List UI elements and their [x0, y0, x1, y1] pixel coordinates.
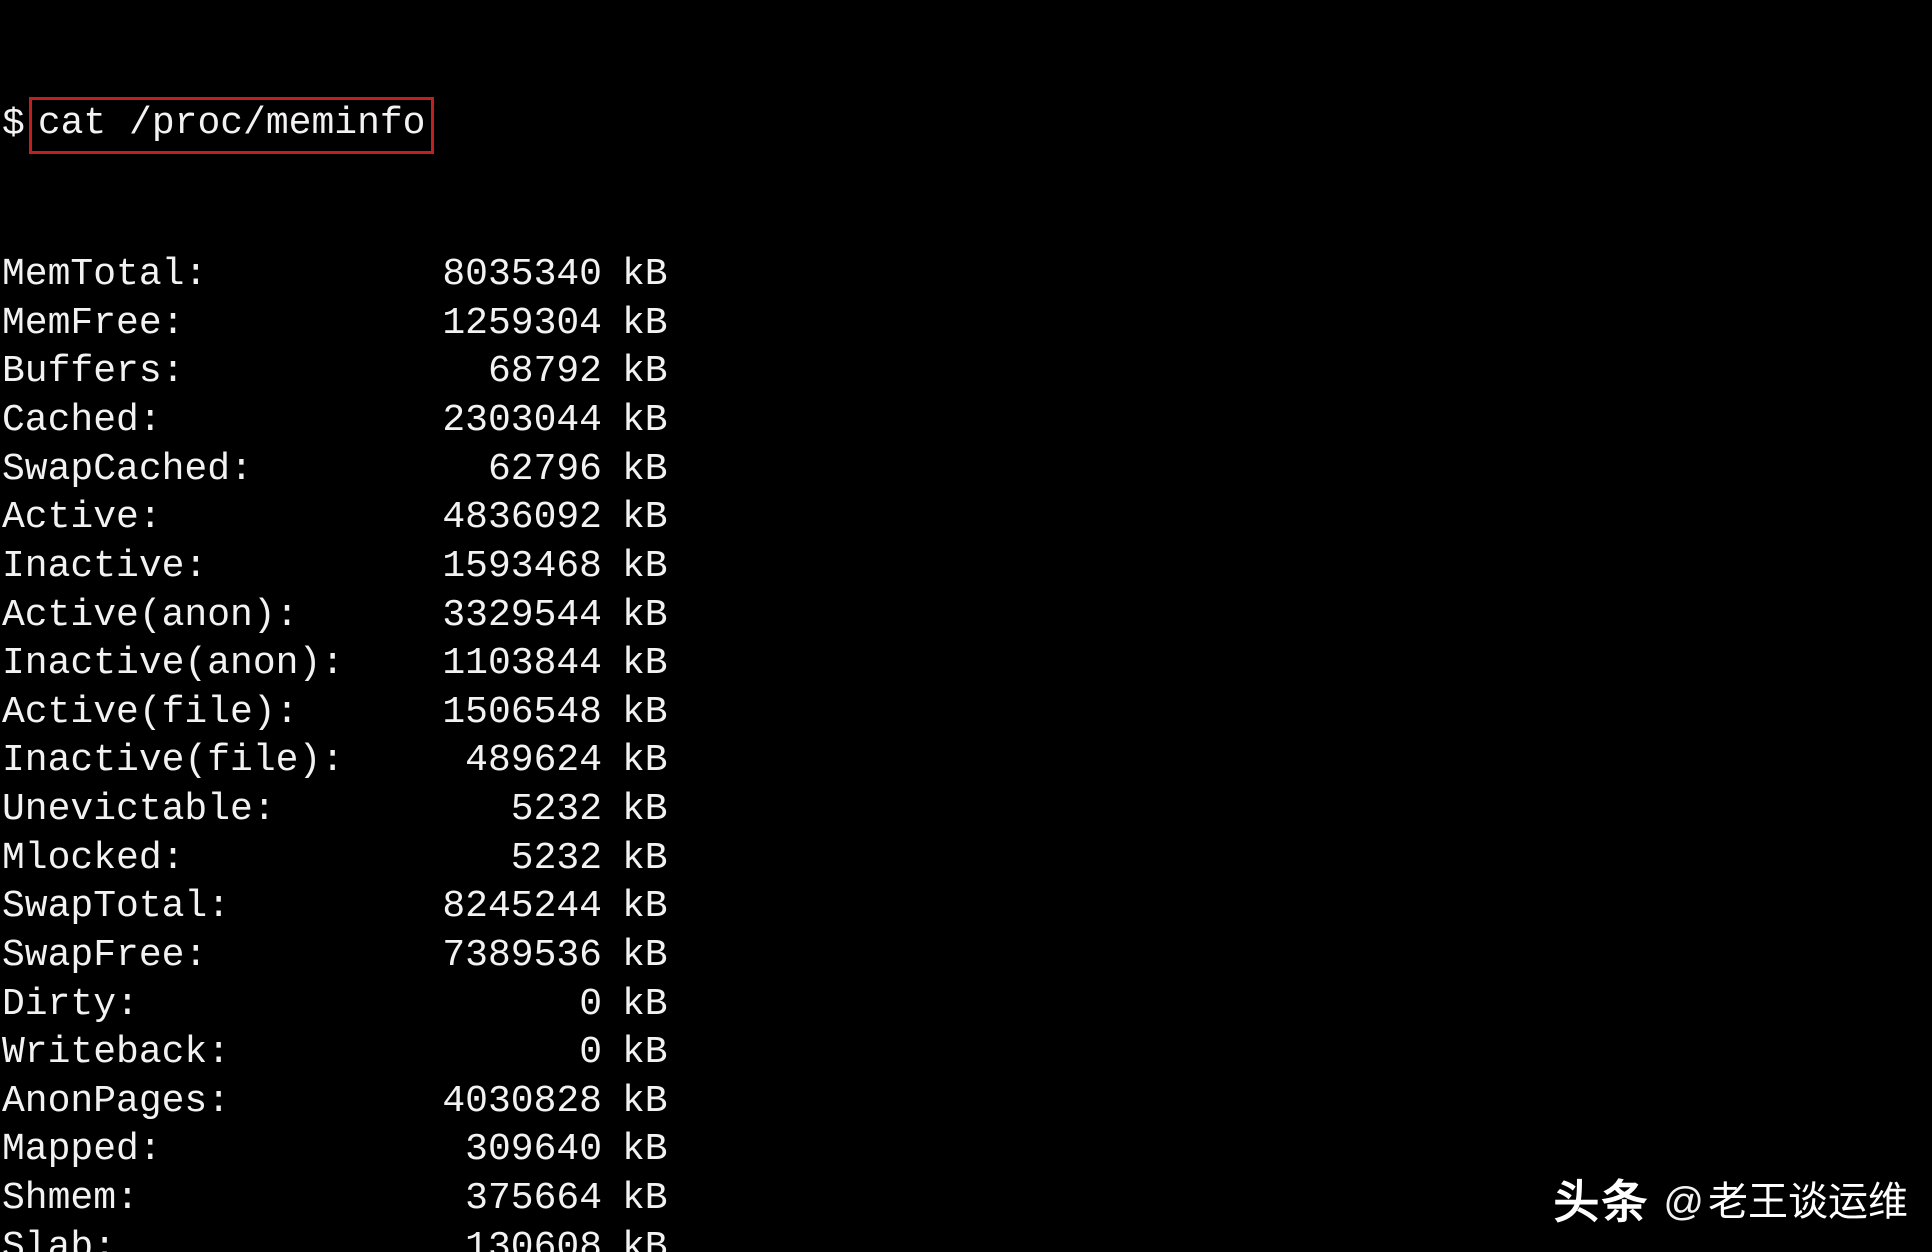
meminfo-key: Inactive(anon): — [0, 640, 412, 689]
meminfo-unit: kB — [602, 932, 668, 981]
meminfo-key: Mapped: — [0, 1126, 412, 1175]
meminfo-row: MemTotal:8035340kB — [0, 251, 1932, 300]
watermark: 头条 @ 老王谈运维 — [1553, 1173, 1908, 1232]
meminfo-unit: kB — [602, 251, 668, 300]
meminfo-value: 5232 — [412, 786, 602, 835]
meminfo-row: Cached:2303044kB — [0, 397, 1932, 446]
meminfo-key: Buffers: — [0, 348, 412, 397]
meminfo-value: 7389536 — [412, 932, 602, 981]
meminfo-value: 5232 — [412, 835, 602, 884]
meminfo-unit: kB — [602, 1078, 668, 1127]
meminfo-unit: kB — [602, 737, 668, 786]
meminfo-row: Writeback:0kB — [0, 1029, 1932, 1078]
meminfo-value: 309640 — [412, 1126, 602, 1175]
meminfo-value: 1103844 — [412, 640, 602, 689]
meminfo-key: Mlocked: — [0, 835, 412, 884]
meminfo-value: 1259304 — [412, 300, 602, 349]
meminfo-row: Dirty:0kB — [0, 981, 1932, 1030]
meminfo-value: 2303044 — [412, 397, 602, 446]
meminfo-value: 130608 — [412, 1224, 602, 1252]
meminfo-key: MemTotal: — [0, 251, 412, 300]
meminfo-value: 4836092 — [412, 494, 602, 543]
meminfo-key: Unevictable: — [0, 786, 412, 835]
meminfo-key: SwapCached: — [0, 446, 412, 495]
meminfo-key: SwapTotal: — [0, 883, 412, 932]
meminfo-row: Mlocked:5232kB — [0, 835, 1932, 884]
command-line: $ cat /proc/meminfo — [0, 97, 1932, 154]
meminfo-value: 8245244 — [412, 883, 602, 932]
meminfo-key: Inactive(file): — [0, 737, 412, 786]
watermark-brand: 头条 — [1553, 1173, 1649, 1232]
meminfo-unit: kB — [602, 1224, 668, 1252]
command-text: cat /proc/meminfo — [29, 97, 435, 154]
meminfo-value: 0 — [412, 1029, 602, 1078]
meminfo-key: Shmem: — [0, 1175, 412, 1224]
meminfo-key: SwapFree: — [0, 932, 412, 981]
meminfo-unit: kB — [602, 883, 668, 932]
meminfo-key: Active: — [0, 494, 412, 543]
meminfo-row: Inactive:1593468kB — [0, 543, 1932, 592]
meminfo-key: AnonPages: — [0, 1078, 412, 1127]
meminfo-rows: MemTotal:8035340kBMemFree:1259304kBBuffe… — [0, 251, 1932, 1252]
watermark-author: 老王谈运维 — [1708, 1177, 1908, 1228]
meminfo-key: Slab: — [0, 1224, 412, 1252]
meminfo-row: Active(anon):3329544kB — [0, 592, 1932, 641]
meminfo-row: SwapCached:62796kB — [0, 446, 1932, 495]
meminfo-value: 3329544 — [412, 592, 602, 641]
meminfo-row: Inactive(file):489624kB — [0, 737, 1932, 786]
meminfo-row: Active:4836092kB — [0, 494, 1932, 543]
meminfo-key: Active(file): — [0, 689, 412, 738]
meminfo-unit: kB — [602, 835, 668, 884]
meminfo-key: Writeback: — [0, 1029, 412, 1078]
meminfo-unit: kB — [602, 689, 668, 738]
meminfo-unit: kB — [602, 494, 668, 543]
meminfo-row: SwapFree:7389536kB — [0, 932, 1932, 981]
meminfo-unit: kB — [602, 981, 668, 1030]
meminfo-value: 62796 — [412, 446, 602, 495]
meminfo-value: 375664 — [412, 1175, 602, 1224]
meminfo-unit: kB — [602, 1175, 668, 1224]
meminfo-unit: kB — [602, 786, 668, 835]
meminfo-value: 68792 — [412, 348, 602, 397]
meminfo-row: MemFree:1259304kB — [0, 300, 1932, 349]
terminal-output[interactable]: $ cat /proc/meminfo MemTotal:8035340kBMe… — [0, 0, 1932, 1252]
meminfo-row: Buffers:68792kB — [0, 348, 1932, 397]
meminfo-unit: kB — [602, 640, 668, 689]
meminfo-row: AnonPages:4030828kB — [0, 1078, 1932, 1127]
meminfo-unit: kB — [602, 592, 668, 641]
meminfo-row: Unevictable:5232kB — [0, 786, 1932, 835]
meminfo-unit: kB — [602, 446, 668, 495]
meminfo-value: 8035340 — [412, 251, 602, 300]
meminfo-value: 4030828 — [412, 1078, 602, 1127]
meminfo-unit: kB — [602, 543, 668, 592]
watermark-at: @ — [1663, 1177, 1704, 1228]
meminfo-value: 489624 — [412, 737, 602, 786]
meminfo-unit: kB — [602, 348, 668, 397]
meminfo-value: 0 — [412, 981, 602, 1030]
meminfo-row: Inactive(anon):1103844kB — [0, 640, 1932, 689]
meminfo-row: SwapTotal:8245244kB — [0, 883, 1932, 932]
meminfo-key: Active(anon): — [0, 592, 412, 641]
meminfo-unit: kB — [602, 300, 668, 349]
meminfo-row: Active(file):1506548kB — [0, 689, 1932, 738]
prompt-symbol: $ — [0, 101, 31, 150]
meminfo-key: Cached: — [0, 397, 412, 446]
meminfo-unit: kB — [602, 1126, 668, 1175]
meminfo-value: 1593468 — [412, 543, 602, 592]
meminfo-row: Mapped:309640kB — [0, 1126, 1932, 1175]
meminfo-key: Inactive: — [0, 543, 412, 592]
meminfo-key: MemFree: — [0, 300, 412, 349]
meminfo-value: 1506548 — [412, 689, 602, 738]
meminfo-unit: kB — [602, 1029, 668, 1078]
meminfo-unit: kB — [602, 397, 668, 446]
meminfo-key: Dirty: — [0, 981, 412, 1030]
